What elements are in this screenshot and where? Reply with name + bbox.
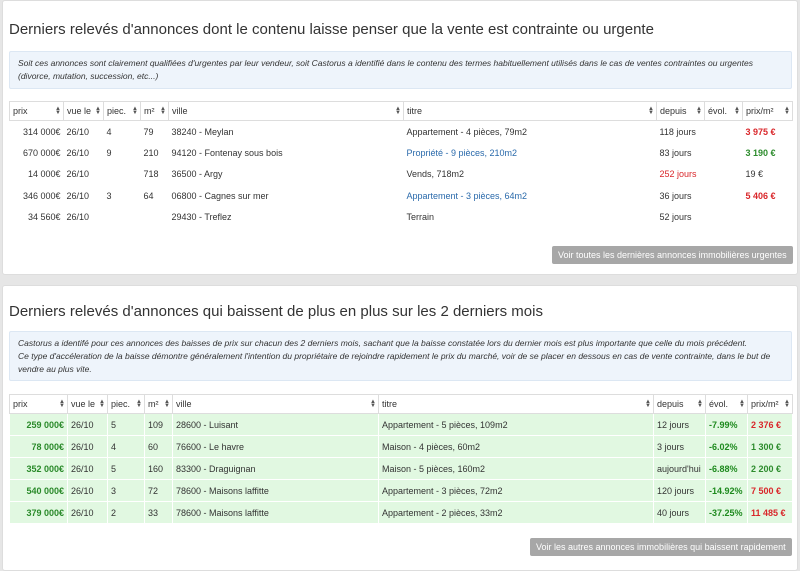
column-header-vue-le[interactable]: vue le ▲ ▼ [63,101,104,121]
column-header-prix-m2[interactable]: prix/m² ▲ ▼ [747,394,793,414]
sort-icon: ▲ ▼ [164,399,170,409]
table-row[interactable]: 314 000€ 26/10 4 79 38240 - Meylan Appar… [10,121,793,143]
column-header-evol[interactable]: évol. ▲ ▼ [705,394,748,414]
sort-icon: ▲ ▼ [696,106,702,116]
sort-icon: ▲ ▼ [648,106,654,116]
sort-icon: ▲ ▼ [739,399,745,409]
column-header-vue-le[interactable]: vue le ▲ ▼ [67,394,108,414]
sort-icon: ▲ ▼ [132,106,138,116]
column-header-depuis[interactable]: depuis ▲ ▼ [653,394,706,414]
table-header-row: prix ▲ ▼ vue le ▲ ▼ piec. ▲ ▼ m² ▲ ▼ ville ▲ ▼ tit… [9,101,793,121]
sort-icon: ▲ ▼ [160,106,166,116]
column-header-titre[interactable]: titre ▲ ▼ [378,394,654,414]
panel-title: Derniers relevés d'annonces qui baissent… [9,303,543,320]
sort-icon: ▲ ▼ [95,106,101,116]
panel-title: Derniers relevés d'annonces dont le cont… [9,21,654,38]
table-row[interactable]: 34 560€ 26/10 29430 - Treflez Terrain 52… [10,207,793,229]
column-header-prix[interactable]: prix ▲ ▼ [9,101,64,121]
table-row[interactable]: 352 000€ 26/10 5 160 83300 - Draguignan … [9,457,793,480]
table-header-row: prix ▲ ▼ vue le ▲ ▼ piec. ▲ ▼ m² ▲ ▼ ville ▲ ▼ tit… [9,394,793,414]
dropping-prices-panel: Derniers relevés d'annonces qui baissent… [2,285,798,571]
column-header-ville[interactable]: ville ▲ ▼ [172,394,379,414]
sort-icon: ▲ ▼ [59,399,65,409]
info-box: Castorus a identifé pour ces annonces de… [9,331,792,381]
column-header-titre[interactable]: titre ▲ ▼ [403,101,657,121]
sort-icon: ▲ ▼ [370,399,376,409]
urgent-listings-table: prix ▲ ▼ vue le ▲ ▼ piec. ▲ ▼ m² ▲ ▼ ville ▲ ▼ tit… [9,101,793,228]
column-header-depuis[interactable]: depuis ▲ ▼ [656,101,705,121]
urgent-listings-panel: Derniers relevés d'annonces dont le cont… [2,0,798,275]
sort-icon: ▲ ▼ [645,399,651,409]
column-header-evol[interactable]: évol. ▲ ▼ [704,101,743,121]
column-header-piec[interactable]: piec. ▲ ▼ [103,101,141,121]
sort-icon: ▲ ▼ [734,106,740,116]
view-urgent-listings-button[interactable]: Voir toutes les dernières annonces immob… [552,246,793,264]
dropping-prices-table: prix ▲ ▼ vue le ▲ ▼ piec. ▲ ▼ m² ▲ ▼ ville ▲ ▼ tit… [9,394,793,524]
table-row[interactable]: 14 000€ 26/10 718 36500 - Argy Vends, 71… [10,164,793,186]
sort-icon: ▲ ▼ [55,106,61,116]
column-header-piec[interactable]: piec. ▲ ▼ [107,394,145,414]
info-box: Soit ces annonces sont clairement qualif… [9,51,792,89]
listing-link[interactable]: Appartement - 3 pièces, 64m2 [404,185,657,207]
table-row[interactable]: 78 000€ 26/10 4 60 76600 - Le havre Mais… [9,435,793,458]
column-header-m2[interactable]: m² ▲ ▼ [140,101,169,121]
column-header-ville[interactable]: ville ▲ ▼ [168,101,404,121]
table-row[interactable]: 346 000€ 26/10 3 64 06800 - Cagnes sur m… [10,185,793,207]
listing-link[interactable]: Propriété - 9 pièces, 210m2 [404,142,657,164]
column-header-m2[interactable]: m² ▲ ▼ [144,394,173,414]
sort-icon: ▲ ▼ [136,399,142,409]
column-header-prix-m2[interactable]: prix/m² ▲ ▼ [742,101,793,121]
table-row[interactable]: 540 000€ 26/10 3 72 78600 - Maisons laff… [9,479,793,502]
sort-icon: ▲ ▼ [784,399,790,409]
sort-icon: ▲ ▼ [784,106,790,116]
table-row[interactable]: 670 000€ 26/10 9 210 94120 - Fontenay so… [10,142,793,164]
table-row[interactable]: 379 000€ 26/10 2 33 78600 - Maisons laff… [9,501,793,524]
view-dropping-listings-button[interactable]: Voir les autres annonces immobilières qu… [530,538,792,556]
table-row[interactable]: 259 000€ 26/10 5 109 28600 - Luisant App… [9,413,793,436]
column-header-prix[interactable]: prix ▲ ▼ [9,394,68,414]
sort-icon: ▲ ▼ [99,399,105,409]
sort-icon: ▲ ▼ [395,106,401,116]
sort-icon: ▲ ▼ [697,399,703,409]
